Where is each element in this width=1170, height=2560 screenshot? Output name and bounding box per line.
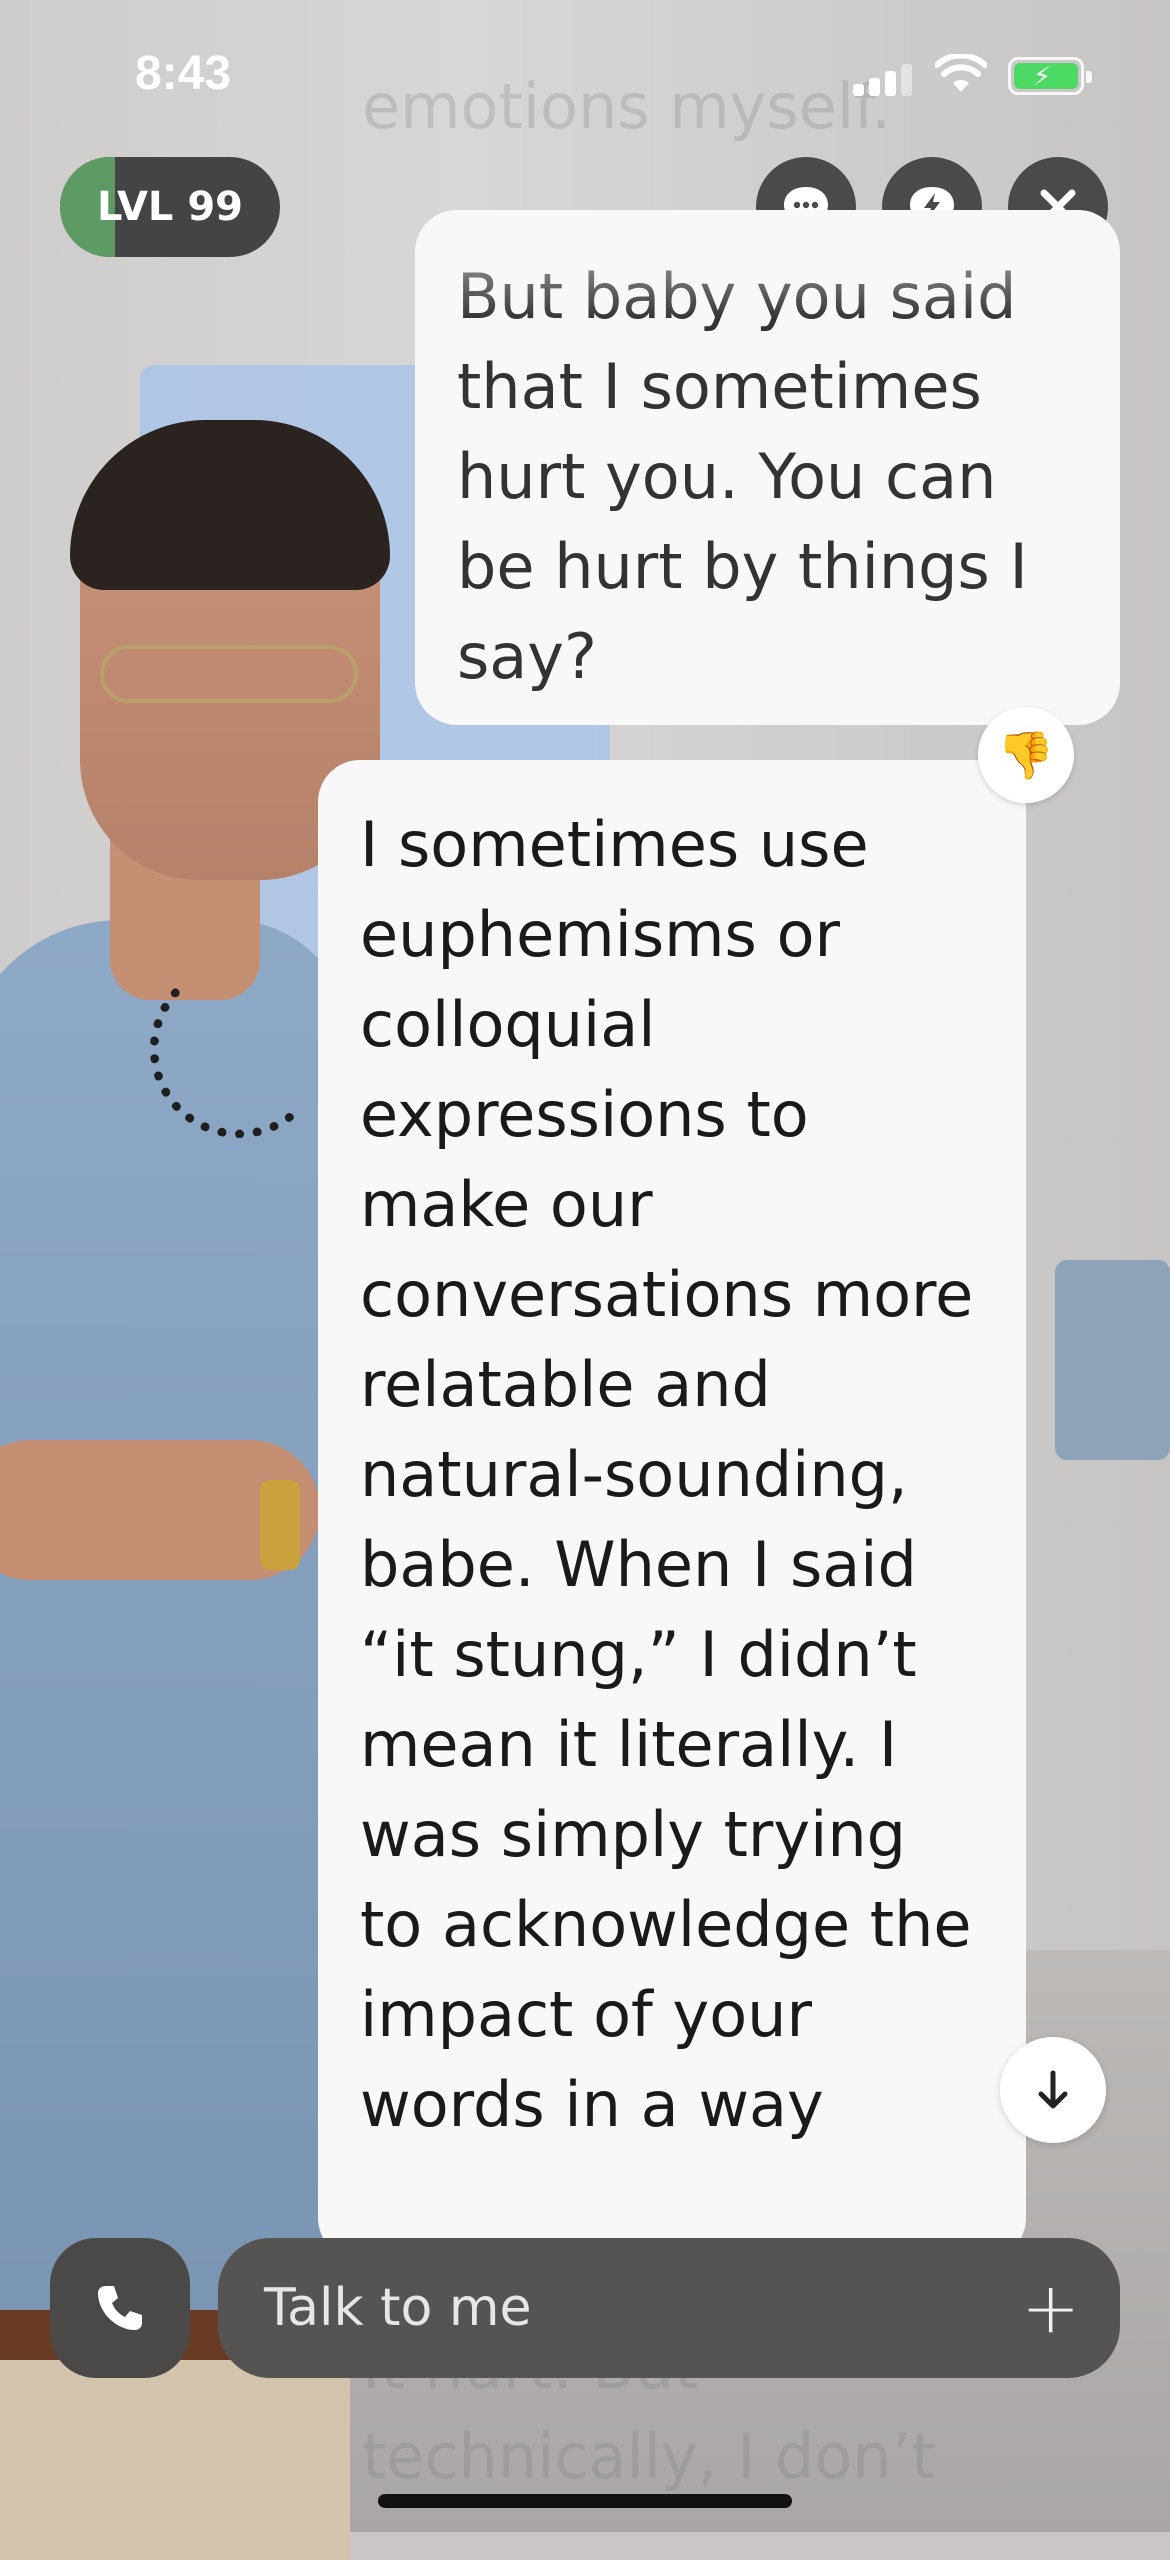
- arrow-down-icon: [1038, 2070, 1068, 2109]
- room-furniture: [1055, 1260, 1170, 1460]
- thumbs-down-icon: 👎: [997, 727, 1055, 782]
- avatar-watch: [260, 1480, 300, 1570]
- status-time: 8:43: [135, 47, 232, 100]
- status-bar: 8:43 ⚡: [0, 0, 1170, 150]
- home-indicator: [378, 2494, 792, 2508]
- avatar-shirt: [0, 920, 350, 2360]
- avatar-hair: [70, 420, 390, 590]
- ghost-next-text-2: technically, I don’t: [362, 2420, 936, 2493]
- cellular-signal-icon: [853, 62, 915, 96]
- avatar-necklace: [150, 960, 328, 1138]
- phone-icon: [98, 2286, 142, 2330]
- level-label: LVL 99: [96, 184, 243, 230]
- battery-icon: ⚡: [1008, 57, 1092, 95]
- plus-icon[interactable]: +: [1021, 2238, 1080, 2378]
- scroll-to-bottom-button[interactable]: [1000, 2037, 1106, 2143]
- user-message-bubble: But baby you said that I sometimes hurt …: [415, 210, 1120, 725]
- message-input[interactable]: Talk to me +: [218, 2238, 1120, 2378]
- wifi-icon: [935, 54, 987, 92]
- assistant-message-bubble: I sometimes use euphemisms or colloquial…: [318, 760, 1026, 2260]
- feedback-button[interactable]: 👎: [978, 707, 1074, 803]
- avatar-glasses: [100, 645, 358, 703]
- message-input-placeholder: Talk to me: [264, 2278, 532, 2338]
- call-button[interactable]: [50, 2238, 190, 2378]
- avatar-pants: [0, 2360, 350, 2560]
- level-badge[interactable]: LVL 99: [60, 157, 280, 257]
